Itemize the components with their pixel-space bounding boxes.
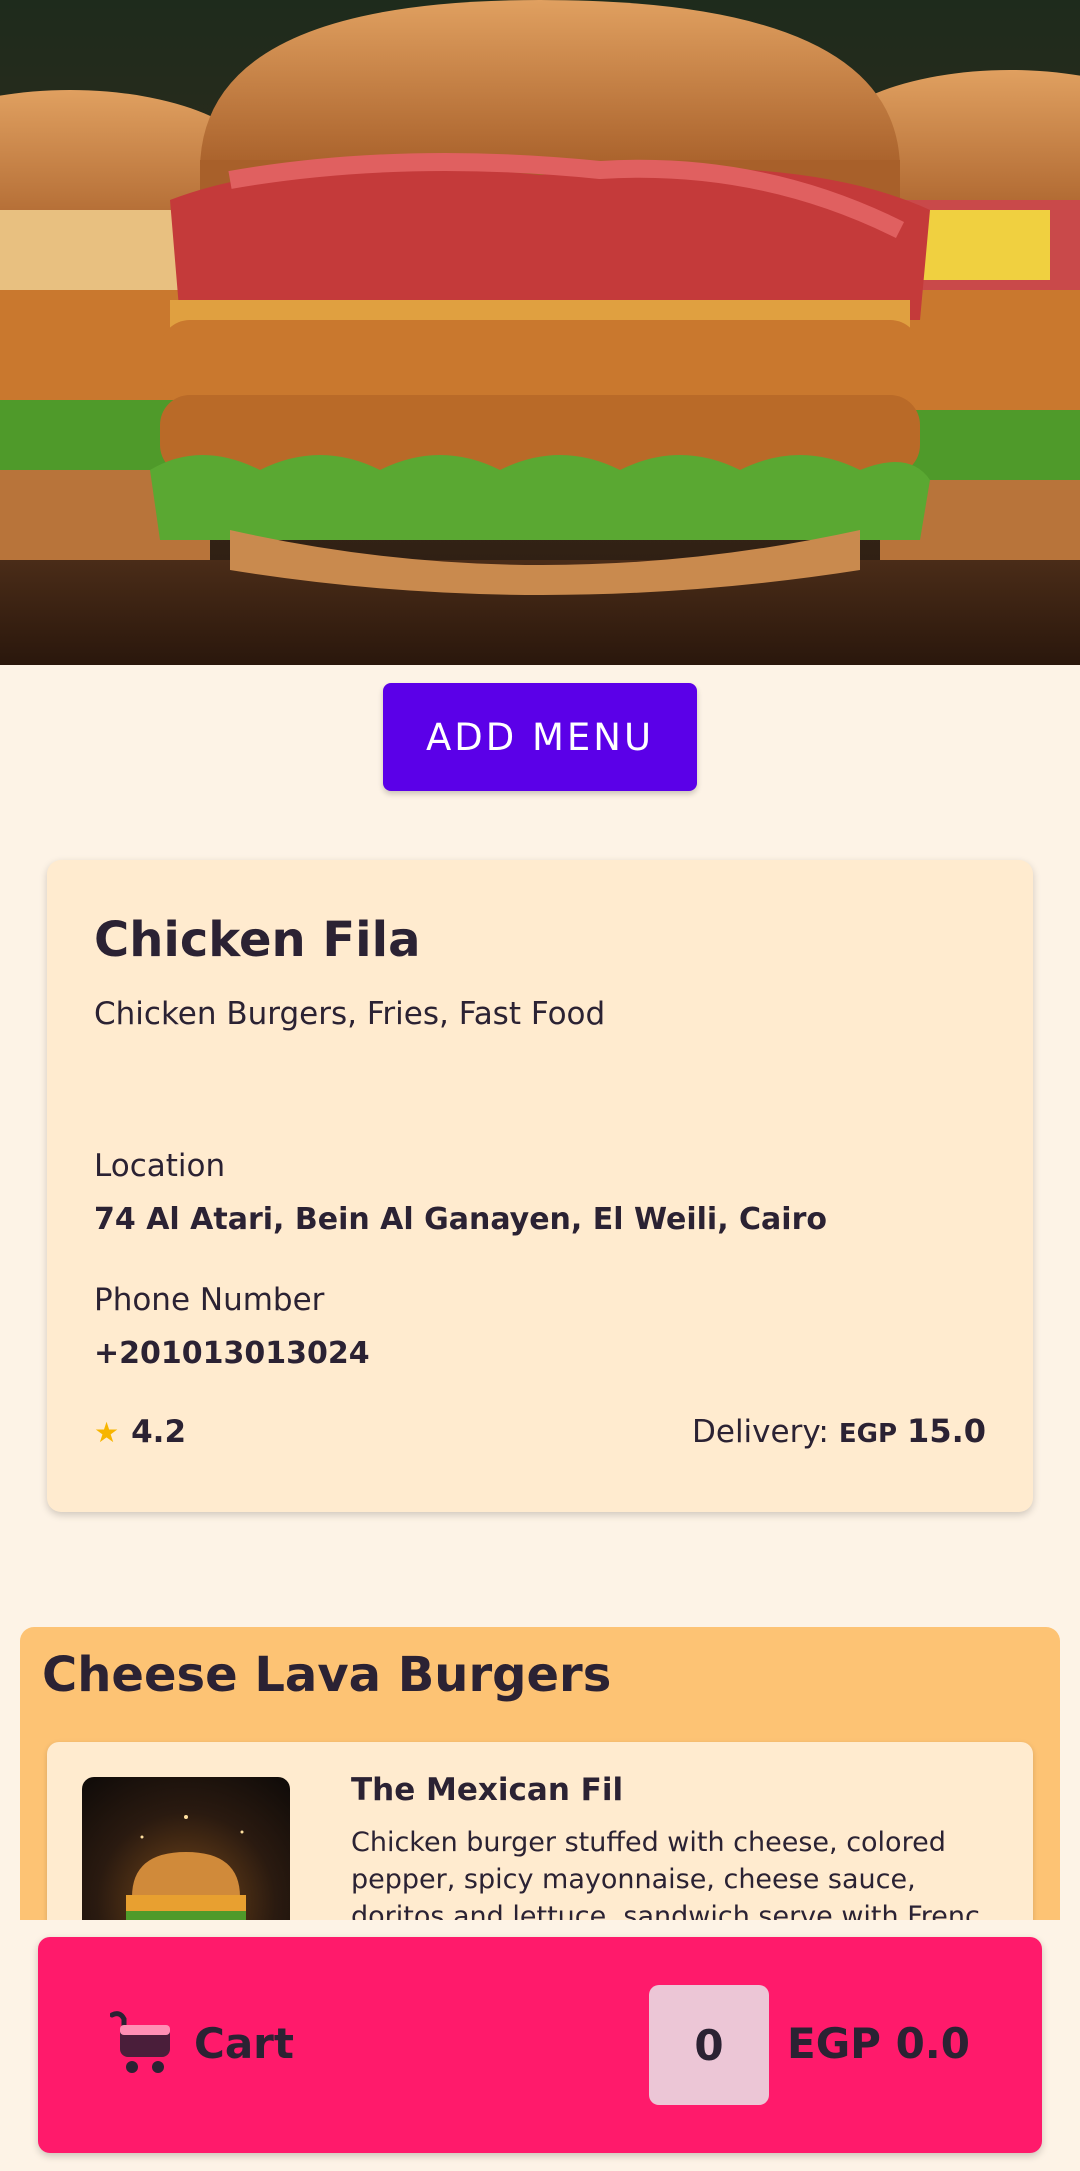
phone-value[interactable]: +201013013024: [94, 1336, 370, 1371]
delivery-fee: Delivery: EGP 15.0: [692, 1412, 986, 1450]
rating-value: 4.2: [131, 1414, 187, 1450]
cart-icon: [110, 2011, 170, 2073]
delivery-value: 15.0: [907, 1412, 986, 1450]
cart-count-badge: 0: [649, 1985, 769, 2105]
menu-item-name: The Mexican Fil: [351, 1772, 624, 1808]
delivery-label: Delivery:: [692, 1414, 829, 1450]
menu-item-description: Chicken burger stuffed with cheese, colo…: [351, 1827, 980, 1932]
cart-bar[interactable]: Cart 0 EGP 0.0: [38, 1937, 1042, 2153]
delivery-currency: EGP: [838, 1419, 898, 1449]
burger-illustration: [0, 0, 1080, 665]
star-icon: ★: [94, 1415, 120, 1449]
phone-label: Phone Number: [94, 1282, 325, 1318]
hero-image: [0, 0, 1080, 665]
restaurant-categories: Chicken Burgers, Fries, Fast Food: [94, 996, 606, 1032]
restaurant-info-card: Chicken Fila Chicken Burgers, Fries, Fas…: [47, 860, 1033, 1512]
location-label: Location: [94, 1148, 226, 1184]
restaurant-name: Chicken Fila: [94, 912, 421, 968]
location-value: 74 Al Atari, Bein Al Ganayen, El Weili, …: [94, 1202, 827, 1237]
rating: ★ 4.2: [94, 1414, 186, 1450]
cart-total: EGP 0.0: [787, 2019, 970, 2068]
category-title: Cheese Lava Burgers: [42, 1647, 612, 1703]
cart-label: Cart: [194, 2019, 294, 2068]
add-menu-button[interactable]: ADD MENU: [383, 683, 697, 791]
